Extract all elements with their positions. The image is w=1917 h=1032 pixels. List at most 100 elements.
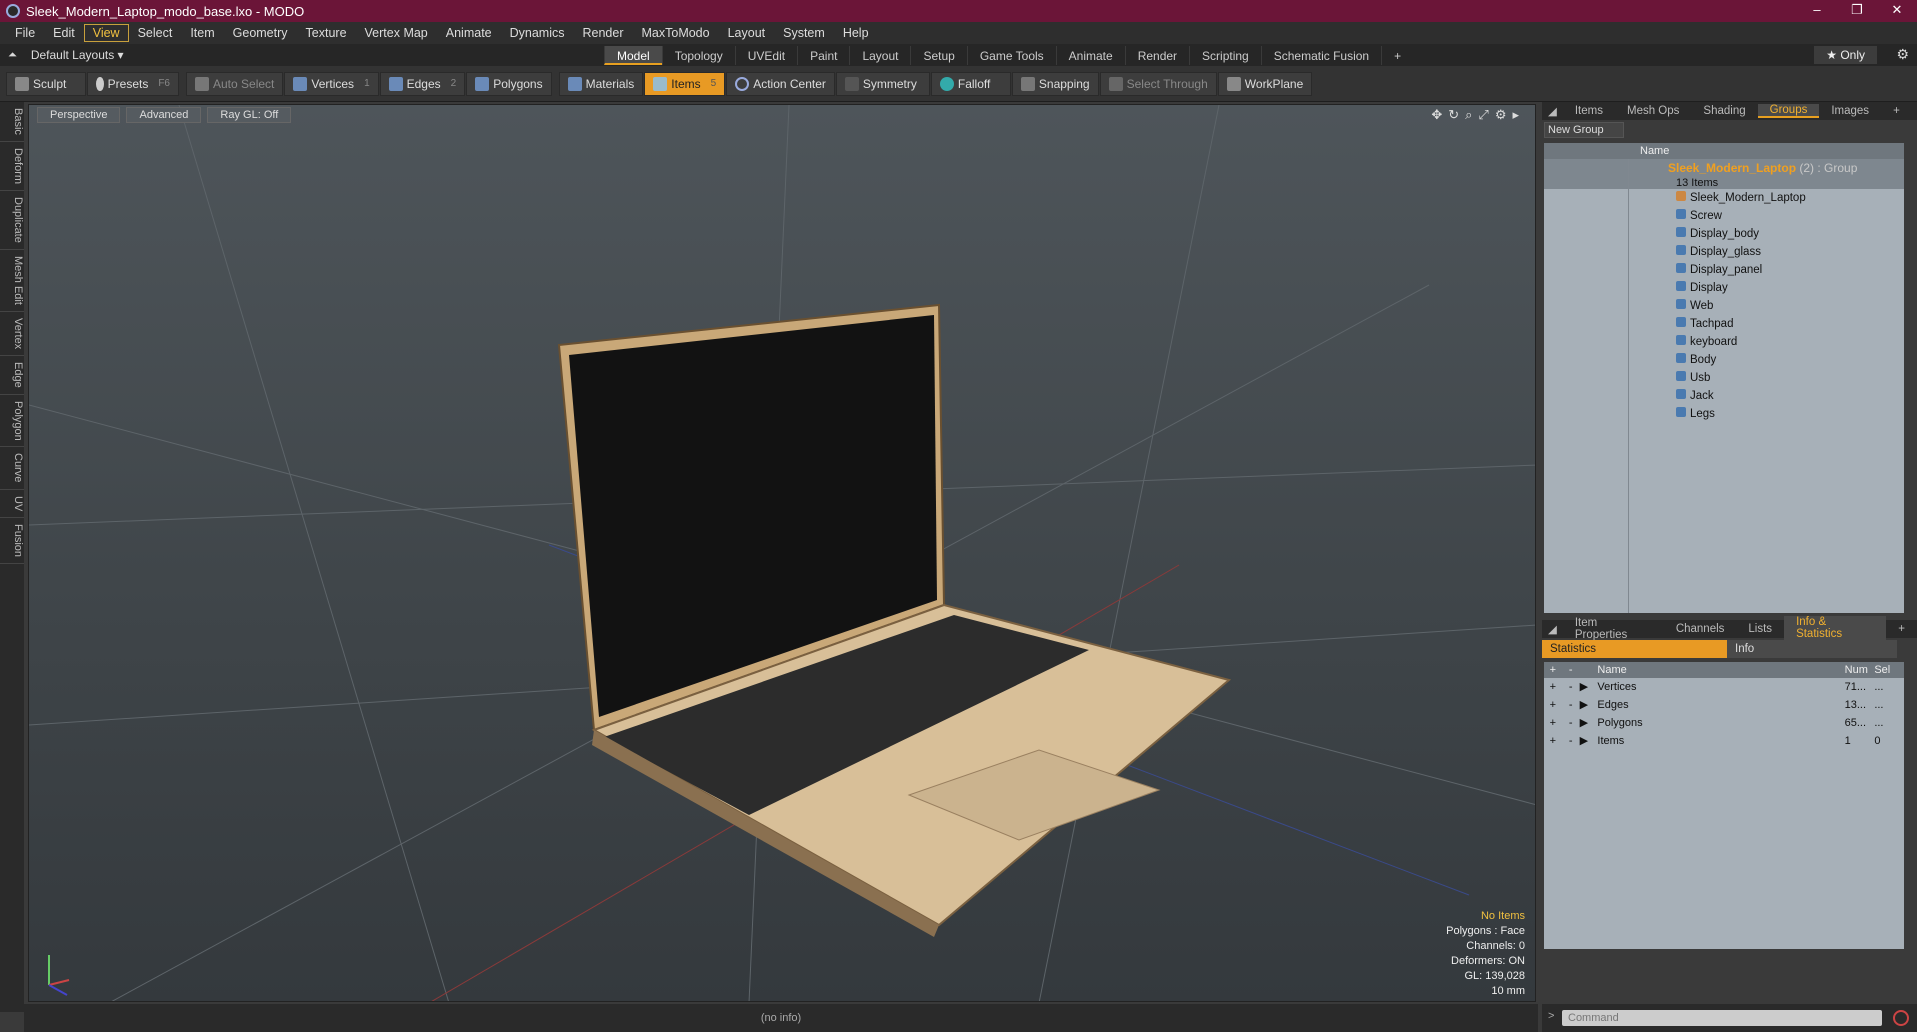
rotate-icon[interactable]: ↻ (1448, 107, 1459, 123)
tab-render[interactable]: Render (1124, 46, 1189, 65)
tab-images[interactable]: Images (1819, 105, 1881, 117)
vertices-button[interactable]: Vertices 1 (284, 71, 379, 96)
menu-file[interactable]: File (6, 24, 44, 42)
tab-groups[interactable]: Groups (1757, 104, 1820, 118)
raygl-button[interactable]: Ray GL: Off (207, 107, 292, 123)
tab-scripting[interactable]: Scripting (1189, 46, 1261, 65)
tab-mesh-ops[interactable]: Mesh Ops (1615, 105, 1691, 117)
tree-item[interactable]: Legs (1544, 405, 1904, 423)
tab-setup[interactable]: Setup (910, 46, 966, 65)
tab-game-tools[interactable]: Game Tools (966, 46, 1056, 65)
sculpt-button[interactable]: Sculpt (6, 71, 86, 96)
minimize-button[interactable]: – (1797, 0, 1837, 22)
tab-schematic-fusion[interactable]: Schematic Fusion (1260, 46, 1381, 65)
action-center-button[interactable]: Action Center (726, 71, 835, 96)
3d-viewport[interactable]: Perspective Advanced Ray GL: Off ✥ ↻ ⌕ ⤢… (28, 104, 1536, 1002)
left-tab-uv[interactable]: UV (0, 490, 24, 519)
left-tab-vertex[interactable]: Vertex (0, 312, 24, 356)
record-icon[interactable] (1893, 1010, 1909, 1026)
tree-item[interactable]: Jack (1544, 387, 1904, 405)
items-button[interactable]: Items 5 (644, 71, 726, 96)
menu-layout[interactable]: Layout (719, 24, 775, 42)
tab-layout[interactable]: Layout (849, 46, 910, 65)
menu-maxtomodo[interactable]: MaxToModo (633, 24, 719, 42)
table-row[interactable]: + - ▶ Edges 13...... (1544, 696, 1904, 714)
layout-dropdown[interactable]: Default Layouts ▾ (31, 48, 124, 62)
gear-icon[interactable]: ⚙ (1896, 46, 1909, 63)
left-tab-deform[interactable]: Deform (0, 142, 24, 191)
command-input[interactable]: Command (1562, 1010, 1882, 1026)
tab-lists[interactable]: Lists (1736, 623, 1784, 635)
laptop-model[interactable] (557, 303, 1232, 937)
tab-channels[interactable]: Channels (1664, 623, 1737, 635)
viewport-settings-icon[interactable]: ⚙ (1495, 107, 1507, 123)
left-tab-edge[interactable]: Edge (0, 356, 24, 395)
left-tab-polygon[interactable]: Polygon (0, 395, 24, 448)
menu-render[interactable]: Render (574, 24, 633, 42)
close-button[interactable]: ✕ (1877, 0, 1917, 22)
menu-system[interactable]: System (774, 24, 834, 42)
tab-animate[interactable]: Animate (1055, 46, 1125, 65)
menu-select[interactable]: Select (129, 24, 182, 42)
layout-toggle-icon[interactable]: ⏶ (8, 49, 17, 62)
select-through-button[interactable]: Select Through (1099, 71, 1217, 96)
tree-item[interactable]: Screw (1544, 207, 1904, 225)
left-tab-duplicate[interactable]: Duplicate (0, 191, 24, 250)
snapping-button[interactable]: Snapping (1011, 71, 1099, 96)
tree-item[interactable]: Display_body (1544, 225, 1904, 243)
info-panel-menu-icon[interactable]: ◢ (1542, 622, 1563, 636)
add-info-tab[interactable]: + (1886, 623, 1917, 635)
tab-statistics[interactable]: Statistics (1542, 640, 1727, 658)
view-mode-button[interactable]: Perspective (37, 107, 121, 123)
symmetry-button[interactable]: Symmetry (835, 71, 930, 96)
polygons-button[interactable]: Polygons (466, 71, 552, 96)
menu-item[interactable]: Item (181, 24, 223, 42)
tree-item[interactable]: keyboard (1544, 333, 1904, 351)
menu-dynamics[interactable]: Dynamics (501, 24, 574, 42)
tree-item[interactable]: Web (1544, 297, 1904, 315)
tree-item[interactable]: Display_glass (1544, 243, 1904, 261)
new-group-button[interactable]: New Group (1544, 122, 1624, 138)
menu-texture[interactable]: Texture (297, 24, 356, 42)
falloff-button[interactable]: Falloff (930, 71, 1011, 96)
panel-menu-icon[interactable]: ◢ (1542, 104, 1563, 118)
add-tab-button[interactable]: + (1381, 46, 1413, 65)
tab-item-properties[interactable]: Item Properties (1563, 617, 1664, 641)
presets-button[interactable]: Presets F6 (87, 71, 179, 96)
tree-item[interactable]: Display (1544, 279, 1904, 297)
auto-select-button[interactable]: Auto Select (186, 71, 284, 96)
left-tab-basic[interactable]: Basic (0, 102, 24, 142)
left-tab-mesh-edit[interactable]: Mesh Edit (0, 250, 24, 312)
tab-info-statistics[interactable]: Info & Statistics (1784, 616, 1887, 642)
materials-button[interactable]: Materials (558, 71, 644, 96)
tab-shading[interactable]: Shading (1691, 105, 1757, 117)
table-row[interactable]: + - ▶ Polygons 65...... (1544, 714, 1904, 732)
viewport-expand-icon[interactable]: ▸ (1512, 107, 1519, 123)
menu-animate[interactable]: Animate (437, 24, 501, 42)
shading-mode-button[interactable]: Advanced (126, 107, 202, 123)
left-tab-curve[interactable]: Curve (0, 447, 24, 490)
table-row[interactable]: + - ▶ Vertices 71...... (1544, 678, 1904, 696)
tab-model[interactable]: Model (604, 46, 662, 65)
menu-view[interactable]: View (83, 24, 129, 42)
tab-items[interactable]: Items (1563, 105, 1615, 117)
tab-paint[interactable]: Paint (797, 46, 849, 65)
pan-icon[interactable]: ✥ (1431, 107, 1442, 123)
only-button[interactable]: ★ Only (1814, 46, 1877, 64)
tree-item[interactable]: Body (1544, 351, 1904, 369)
tree-item[interactable]: Usb (1544, 369, 1904, 387)
tree-item[interactable]: Tachpad (1544, 315, 1904, 333)
tree-item[interactable]: Sleek_Modern_Laptop (1544, 189, 1904, 207)
add-panel-tab[interactable]: + (1881, 105, 1912, 117)
left-tab-fusion[interactable]: Fusion (0, 518, 24, 565)
menu-geometry[interactable]: Geometry (224, 24, 297, 42)
workplane-button[interactable]: WorkPlane (1217, 71, 1313, 96)
zoom-icon[interactable]: ⌕ (1465, 107, 1472, 123)
edges-button[interactable]: Edges 2 (379, 71, 466, 96)
menu-help[interactable]: Help (834, 24, 878, 42)
menu-vertex-map[interactable]: Vertex Map (356, 24, 437, 42)
tree-item[interactable]: Display_panel (1544, 261, 1904, 279)
table-row[interactable]: + - ▶ Items 1 0 (1544, 732, 1904, 750)
tab-topology[interactable]: Topology (661, 46, 735, 65)
tab-uvedit[interactable]: UVEdit (734, 46, 797, 65)
